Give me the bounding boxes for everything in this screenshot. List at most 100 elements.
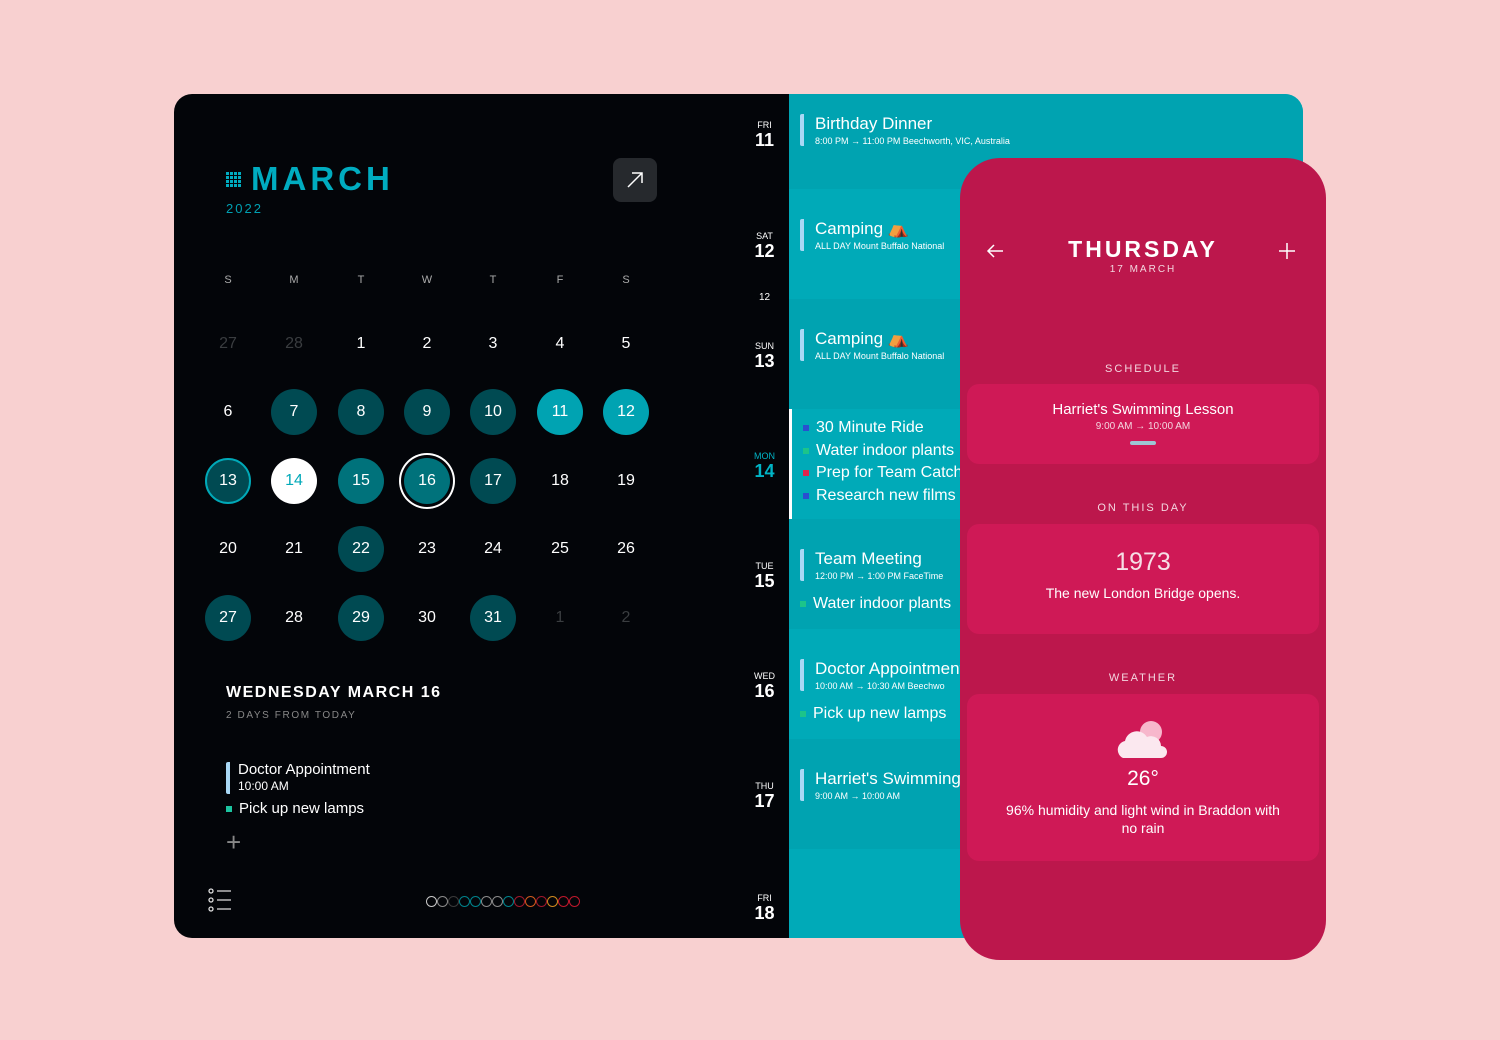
agenda-task[interactable]: 30 Minute Ride [803, 419, 924, 437]
calendar-day[interactable]: 20 [205, 526, 251, 572]
calendar-day[interactable]: 13 [205, 458, 251, 504]
add-event-button[interactable]: + [226, 827, 241, 858]
calendar-day[interactable]: 25 [537, 526, 583, 572]
agenda-task[interactable]: Pick up new lamps [800, 705, 946, 723]
weekday-header: F [556, 274, 564, 286]
theme-dot[interactable] [448, 896, 459, 907]
calendar-day[interactable]: 29 [338, 595, 384, 641]
calendar-day[interactable]: 14 [271, 458, 317, 504]
agenda-event[interactable]: Team Meeting 12:00 PM → 1:00 PM FaceTime [800, 549, 943, 581]
on-this-day-card: 1973 The new London Bridge opens. [967, 524, 1319, 634]
calendar-day[interactable]: 1 [537, 595, 583, 641]
agenda-event[interactable]: Camping ⛺ ALL DAY Mount Buffalo National [800, 329, 944, 361]
schedule-card[interactable]: Harriet's Swimming Lesson 9:00 AM → 10:0… [967, 384, 1319, 464]
theme-dot[interactable] [569, 896, 580, 907]
day-number: 12 [754, 241, 775, 261]
calendar-day[interactable]: 8 [338, 389, 384, 435]
weekday-header: T [357, 274, 365, 286]
agenda-day-label: WED 16 [740, 671, 789, 701]
theme-dot[interactable] [514, 896, 525, 907]
drag-handle[interactable] [1130, 441, 1156, 445]
calendar-day[interactable]: 5 [603, 321, 649, 367]
agenda-task[interactable]: Prep for Team Catch [803, 464, 962, 482]
agenda-task[interactable]: Research new films [803, 487, 956, 505]
task-title: 30 Minute Ride [816, 419, 924, 436]
calendar-day[interactable]: 19 [603, 458, 649, 504]
month-title[interactable]: MARCH [226, 160, 394, 198]
theme-dot[interactable] [437, 896, 448, 907]
agenda-task[interactable]: Water indoor plants [803, 442, 954, 460]
calendar-day[interactable]: 16 [404, 458, 450, 504]
calendar-day[interactable]: 28 [271, 321, 317, 367]
event-meta: 8:00 PM → 11:00 PM Beechworth, VIC, Aust… [815, 136, 1010, 146]
calendar-day[interactable]: 21 [271, 526, 317, 572]
agenda-event[interactable]: Birthday Dinner 8:00 PM → 11:00 PM Beechw… [800, 114, 1010, 146]
calendar-day[interactable]: 22 [338, 526, 384, 572]
theme-dot[interactable] [547, 896, 558, 907]
agenda-task[interactable]: Water indoor plants [800, 595, 951, 613]
day-of-week: THU [755, 781, 774, 791]
weather-card: 26° 96% humidity and light wind in Bradd… [967, 694, 1319, 861]
calendar-day[interactable]: 12 [603, 389, 649, 435]
list-icon[interactable] [208, 888, 232, 912]
partly-cloudy-icon [1117, 721, 1167, 758]
theme-dot[interactable] [536, 896, 547, 907]
theme-dot[interactable] [503, 896, 514, 907]
calendar-day[interactable]: 6 [205, 389, 251, 435]
calendar-day[interactable]: 24 [470, 526, 516, 572]
calendar-day[interactable]: 2 [603, 595, 649, 641]
task-bullet [803, 470, 809, 476]
calendar-day[interactable]: 3 [470, 321, 516, 367]
task-bullet [803, 447, 809, 454]
task-title: Water indoor plants [816, 441, 955, 459]
calendar-day[interactable]: 7 [271, 389, 317, 435]
calendar-day[interactable]: 28 [271, 595, 317, 641]
year-label: 2022 [226, 201, 263, 216]
theme-selector[interactable] [426, 896, 580, 907]
day-number: 13 [754, 351, 775, 371]
theme-dot[interactable] [492, 896, 503, 907]
weekday-header: S [622, 274, 630, 286]
selected-event[interactable]: Doctor Appointment 10:00 AM [226, 762, 370, 794]
weekday-header: S [224, 274, 232, 286]
calendar-day[interactable]: 10 [470, 389, 516, 435]
day-number: 18 [754, 903, 775, 923]
theme-dot[interactable] [558, 896, 569, 907]
theme-dot[interactable] [481, 896, 492, 907]
calendar-day[interactable]: 26 [603, 526, 649, 572]
expand-button[interactable] [613, 158, 657, 202]
theme-dot[interactable] [470, 896, 481, 907]
temperature: 26° [1127, 767, 1159, 790]
event-meta: ALL DAY Mount Buffalo National [815, 351, 945, 361]
task-bullet [800, 601, 806, 607]
calendar-day[interactable]: 23 [404, 526, 450, 572]
schedule-time: 9:00 AM → 10:00 AM [1095, 421, 1191, 432]
weekday-header: T [489, 274, 497, 286]
calendar-day[interactable]: 27 [205, 595, 251, 641]
theme-dot[interactable] [426, 896, 437, 907]
calendar-day[interactable]: 11 [537, 389, 583, 435]
theme-dot[interactable] [525, 896, 536, 907]
theme-dot[interactable] [459, 896, 470, 907]
agenda-event[interactable]: Harriet's Swimming 9:00 AM → 10:00 AM [800, 769, 961, 801]
agenda-day-label: FRI 11 [740, 120, 789, 150]
calendar-day[interactable]: 18 [537, 458, 583, 504]
calendar-day[interactable]: 9 [404, 389, 450, 435]
weather-label: WEATHER [1108, 672, 1178, 684]
task-bullet [803, 425, 809, 431]
calendar-day[interactable]: 2 [404, 321, 450, 367]
calendar-day[interactable]: 4 [537, 321, 583, 367]
agenda-event[interactable]: Doctor Appointment 10:00 AM → 10:30 AM Be… [800, 659, 964, 691]
event-meta: 9:00 AM → 10:00 AM [815, 791, 901, 801]
selected-task[interactable]: Pick up new lamps [226, 800, 364, 817]
calendar-day[interactable]: 27 [205, 321, 251, 367]
history-year: 1973 [1115, 548, 1171, 576]
calendar-day[interactable]: 15 [338, 458, 384, 504]
day-of-week: WED [754, 671, 775, 681]
calendar-day[interactable]: 31 [470, 595, 516, 641]
agenda-event[interactable]: Camping ⛺ ALL DAY Mount Buffalo National [800, 219, 944, 251]
task-bullet [226, 805, 232, 812]
calendar-day[interactable]: 1 [338, 321, 384, 367]
calendar-day[interactable]: 17 [470, 458, 516, 504]
calendar-day[interactable]: 30 [404, 595, 450, 641]
